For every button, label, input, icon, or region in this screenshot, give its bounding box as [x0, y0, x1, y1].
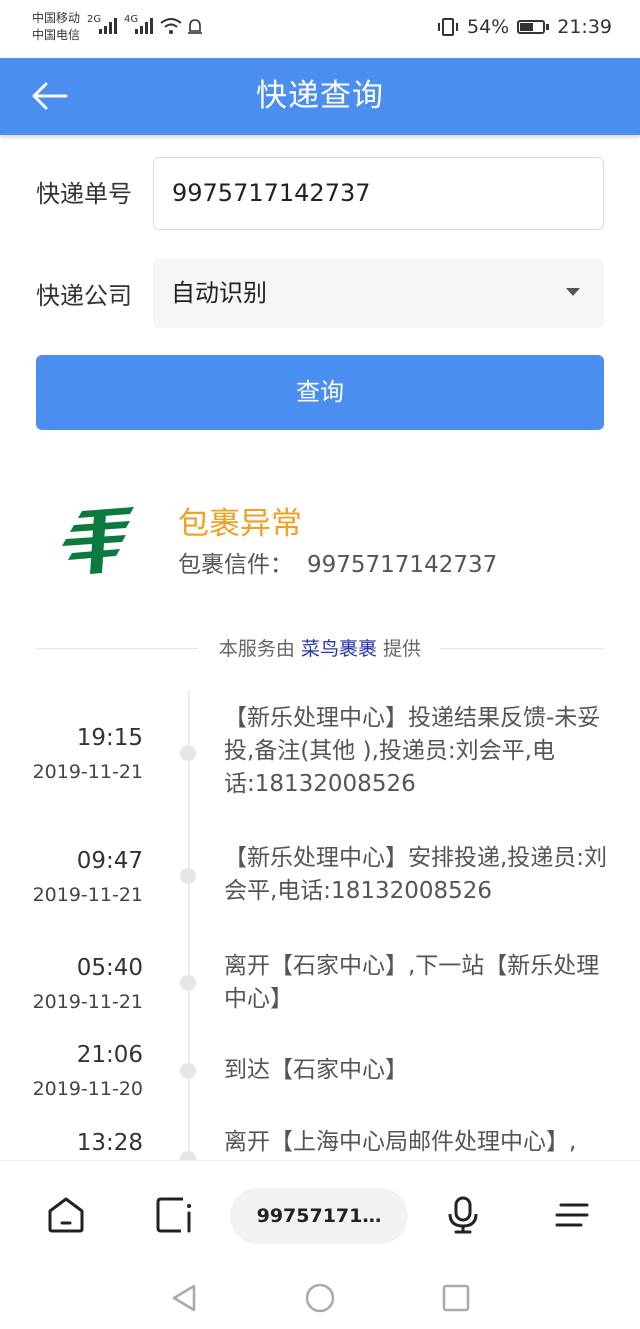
page-title: 快递查询	[256, 78, 384, 114]
courier-company-label: 快递公司	[36, 282, 132, 310]
timeline-dot	[180, 745, 196, 761]
parcel-status: 包裹异常	[178, 506, 302, 542]
parcel-number: 9975717142737	[307, 552, 498, 578]
event-time: 13:28	[76, 1130, 143, 1156]
battery-icon	[517, 20, 546, 34]
clock: 21:39	[557, 16, 612, 38]
provider-text: 本服务由 菜鸟裹裹 提供	[36, 634, 604, 661]
event-description: 【新乐处理中心】投递结果反馈-未妥投,备注(其他 ),投递员:刘会平,电话:18…	[224, 705, 601, 797]
tracking-number-input[interactable]: 9975717142737	[153, 157, 604, 230]
dropdown-caret-icon	[566, 288, 580, 296]
event-date: 2019-11-21	[32, 991, 143, 1013]
home-icon[interactable]	[46, 1195, 86, 1235]
service-provider: 本服务由 菜鸟裹裹 提供	[36, 633, 604, 663]
provider-link[interactable]: 菜鸟裹裹	[301, 638, 377, 660]
carrier-1: 中国移动	[32, 11, 81, 25]
event-description: 离开【石家中心】,下一站【新乐处理中心】	[224, 953, 600, 1012]
carrier-2: 中国电信	[32, 28, 81, 42]
microphone-icon[interactable]	[443, 1195, 483, 1235]
query-button[interactable]: 查询	[36, 355, 604, 430]
signal-icon	[99, 18, 117, 34]
event-description: 到达【石家中心】	[224, 1057, 408, 1083]
timeline-dot	[180, 1063, 196, 1079]
carrier-info: 中国移动 中国电信	[32, 10, 80, 44]
event-description: 离开【上海中心局邮件处理中心】,	[224, 1129, 577, 1155]
status-bar: 中国移动 中国电信 2G 4G 54% 21:39	[0, 0, 640, 58]
event-time: 09:47	[76, 848, 143, 874]
tracking-timeline: 19:15 2019-11-21 【新乐处理中心】投递结果反馈-未妥投,备注(其…	[0, 690, 640, 1160]
parcel-info: 包裹信件： 9975717142737	[178, 545, 497, 579]
nav-back-icon[interactable]	[170, 1282, 198, 1314]
url-bar[interactable]: 99757171…	[230, 1188, 408, 1244]
courier-company-select[interactable]: 自动识别	[153, 258, 604, 328]
battery-percent: 54%	[467, 16, 510, 38]
browser-toolbar: 99757171…	[0, 1160, 640, 1271]
event-time: 05:40	[76, 955, 143, 981]
provider-prefix: 本服务由	[218, 638, 295, 660]
tracking-number-value: 9975717142737	[172, 179, 371, 207]
event-date: 2019-11-21	[32, 761, 143, 783]
tracking-number-label: 快递单号	[36, 180, 132, 208]
courier-company-value: 自动识别	[171, 279, 267, 307]
provider-suffix: 提供	[383, 638, 422, 660]
notification-icon	[188, 19, 202, 34]
menu-icon[interactable]	[553, 1195, 593, 1235]
timeline-dot	[180, 975, 196, 991]
event-description: 【新乐处理中心】安排投递,投递员:刘会平,电话:18132008526	[224, 845, 608, 904]
app-header: 快递查询	[0, 58, 640, 135]
event-date: 2019-11-20	[32, 1078, 143, 1100]
timeline-dot	[180, 868, 196, 884]
china-post-logo	[62, 507, 134, 574]
wifi-icon	[160, 18, 182, 34]
vibrate-icon	[438, 18, 458, 36]
signal-icon-2	[135, 18, 153, 34]
event-date: 2019-11-21	[32, 884, 143, 906]
system-nav-bar	[0, 1270, 640, 1329]
nav-home-icon[interactable]	[304, 1282, 336, 1314]
parcel-label: 包裹信件：	[178, 552, 293, 578]
timeline-dot	[180, 1151, 196, 1160]
nav-recents-icon[interactable]	[442, 1282, 470, 1314]
status-right: 54% 21:39	[437, 16, 612, 38]
tabs-icon[interactable]	[155, 1195, 195, 1235]
battery-cap	[546, 24, 550, 30]
event-time: 19:15	[76, 725, 143, 751]
event-time: 21:06	[76, 1042, 143, 1068]
